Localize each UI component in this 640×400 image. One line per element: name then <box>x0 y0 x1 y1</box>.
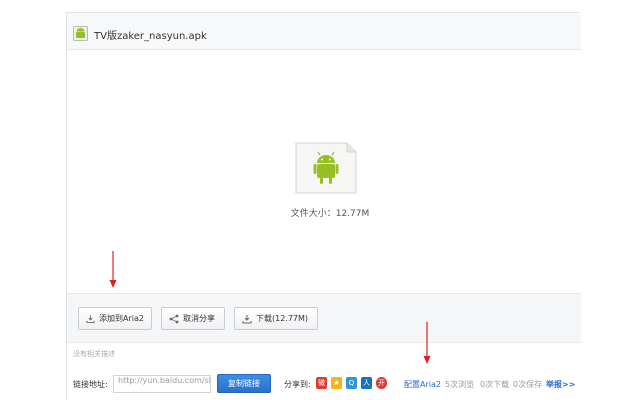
file-size: 文件大小：12.77M <box>290 209 370 219</box>
android-apk-icon <box>295 142 357 194</box>
link-label: 链接地址: <box>73 380 108 389</box>
action-toolbar: 添加到Aria2 取消分享 下载(12.77M) <box>67 293 581 343</box>
add-to-aria2-button[interactable]: 添加到Aria2 <box>78 307 152 330</box>
qzone-icon[interactable]: ★ <box>331 377 342 389</box>
save-count: 0次保存 <box>513 380 543 389</box>
share-icon <box>169 314 179 323</box>
download-icon <box>242 314 252 323</box>
file-title-bar: TV版zaker_nasyun.apk <box>67 13 581 50</box>
file-description: 没有相关描述 <box>73 350 115 358</box>
download-icon <box>86 314 95 323</box>
weibo-icon[interactable]: 微 <box>316 377 327 389</box>
download-label: 下载(12.77M) <box>256 314 309 323</box>
copy-link-button[interactable]: 复制链接 <box>217 374 271 393</box>
report-link[interactable]: 举报>> <box>546 379 575 390</box>
android-file-icon <box>73 26 88 41</box>
download-count: 0次下载 <box>480 380 510 389</box>
annotation-arrow-down <box>109 251 117 288</box>
add-to-aria2-label: 添加到Aria2 <box>99 314 144 323</box>
configure-aria2-link[interactable]: 配置Aria2 <box>404 379 441 390</box>
share-link-row: 链接地址: http://yun.baidu.com/sl 复制链接 分享到: … <box>67 371 581 397</box>
renren-icon[interactable]: 人 <box>361 377 372 389</box>
file-preview-area: 文件大小：12.77M <box>67 51 581 293</box>
unshare-label: 取消分享 <box>183 314 215 323</box>
download-button[interactable]: 下载(12.77M) <box>234 307 318 330</box>
annotation-arrow-down <box>423 322 431 364</box>
share-to-label: 分享到: <box>284 380 311 389</box>
share-page-panel: TV版zaker_nasyun.apk 文件大小：12.77M 添加到Aria2 <box>66 12 581 400</box>
view-count: 5次浏览 <box>445 380 475 389</box>
share-link-input[interactable]: http://yun.baidu.com/sl <box>113 375 211 393</box>
file-name: TV版zaker_nasyun.apk <box>94 31 207 42</box>
tencent-weibo-icon[interactable]: Q <box>346 377 357 389</box>
kaixin-icon[interactable]: 开 <box>376 377 387 389</box>
unshare-button[interactable]: 取消分享 <box>161 307 225 330</box>
